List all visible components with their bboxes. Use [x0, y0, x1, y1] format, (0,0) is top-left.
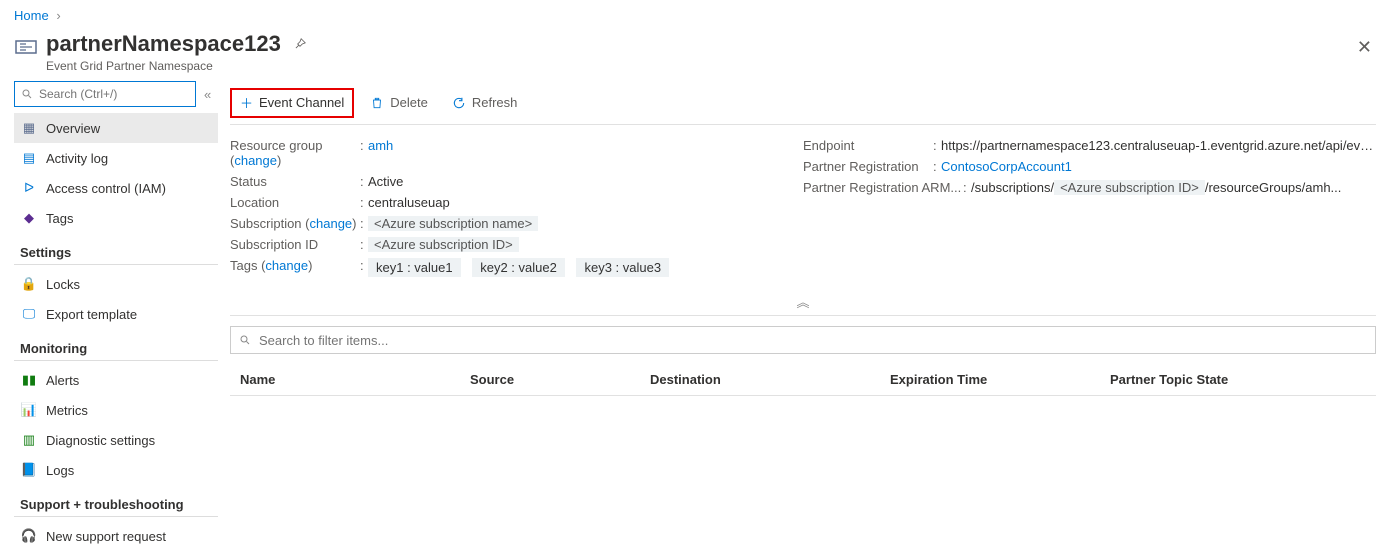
label-subscription: Subscription (change)	[230, 216, 360, 231]
value-status: Active	[368, 174, 803, 189]
page-subtitle: Event Grid Partner Namespace	[46, 59, 307, 73]
page-header: partnerNamespace123 Event Grid Partner N…	[0, 27, 1392, 81]
tag-chip[interactable]: key3 : value3	[576, 258, 669, 277]
value-partner-registration-arm: /subscriptions/<Azure subscription ID>/r…	[971, 180, 1376, 195]
value-location: centraluseuap	[368, 195, 803, 210]
alerts-icon: ▮▮	[20, 372, 38, 388]
sidebar-item-label: Alerts	[46, 373, 79, 388]
collapse-essentials-icon[interactable]: ︽	[230, 288, 1376, 316]
label-resource-group: Resource group (change)	[230, 138, 360, 168]
sidebar-heading-settings: Settings	[14, 233, 218, 265]
breadcrumb-separator: ›	[52, 8, 64, 23]
cmd-label: Event Channel	[259, 95, 344, 110]
event-channel-button[interactable]: ＋ Event Channel	[230, 88, 354, 118]
value-subscription-id: <Azure subscription ID>	[368, 237, 803, 252]
breadcrumb: Home ›	[0, 0, 1392, 27]
sidebar-item-export-template[interactable]: 🖵 Export template	[14, 299, 218, 329]
change-subscription-link[interactable]: change	[310, 216, 353, 231]
search-icon	[239, 334, 251, 346]
sidebar-item-label: Export template	[46, 307, 137, 322]
sidebar-search-input[interactable]	[37, 86, 189, 102]
col-partner-topic-state[interactable]: Partner Topic State	[1104, 364, 1372, 395]
command-bar: ＋ Event Channel Delete Refresh	[230, 81, 1376, 125]
sidebar-item-label: Diagnostic settings	[46, 433, 155, 448]
sidebar-heading-monitoring: Monitoring	[14, 329, 218, 361]
value-partner-registration[interactable]: ContosoCorpAccount1	[941, 159, 1376, 174]
main-content: ＋ Event Channel Delete Refresh Resource …	[226, 81, 1392, 551]
pin-icon[interactable]	[293, 37, 307, 51]
label-partner-registration: Partner Registration	[803, 159, 933, 174]
resource-icon	[14, 35, 38, 59]
col-name[interactable]: Name	[234, 364, 464, 395]
label-location: Location	[230, 195, 360, 210]
collapse-sidebar-icon[interactable]: «	[204, 87, 211, 102]
sidebar-heading-support: Support + troubleshooting	[14, 485, 218, 517]
lock-icon: 🔒	[20, 276, 38, 292]
sidebar-item-overview[interactable]: ▦ Overview	[14, 113, 218, 143]
export-template-icon: 🖵	[20, 306, 38, 322]
label-status: Status	[230, 174, 360, 189]
tag-chip[interactable]: key2 : value2	[472, 258, 565, 277]
breadcrumb-home[interactable]: Home	[14, 8, 49, 23]
cmd-label: Delete	[390, 95, 428, 110]
label-partner-registration-arm: Partner Registration ARM...	[803, 180, 963, 195]
value-tags: key1 : value1 key2 : value2 key3 : value…	[368, 258, 803, 277]
label-tags: Tags (change)	[230, 258, 360, 273]
iam-icon: ᐅ	[20, 180, 38, 196]
sidebar-item-label: New support request	[46, 529, 166, 544]
tag-chip[interactable]: key1 : value1	[368, 258, 461, 277]
change-rg-link[interactable]: change	[234, 153, 277, 168]
sidebar-item-label: Tags	[46, 211, 73, 226]
cmd-label: Refresh	[472, 95, 518, 110]
logs-icon: 📘	[20, 462, 38, 478]
filter-search-input[interactable]	[257, 332, 1367, 349]
filter-search[interactable]	[230, 326, 1376, 354]
sidebar-item-label: Logs	[46, 463, 74, 478]
col-source[interactable]: Source	[464, 364, 644, 395]
refresh-button[interactable]: Refresh	[444, 88, 526, 118]
sidebar-item-label: Overview	[46, 121, 100, 136]
support-icon: 🎧	[20, 528, 38, 544]
overview-icon: ▦	[20, 120, 38, 136]
value-endpoint: https://partnernamespace123.centraluseua…	[941, 138, 1376, 153]
plus-icon: ＋	[240, 93, 253, 112]
search-icon	[21, 88, 33, 100]
page-title-text: partnerNamespace123	[46, 31, 281, 57]
metrics-icon: 📊	[20, 402, 38, 418]
value-subscription: <Azure subscription name>	[368, 216, 803, 231]
sidebar-item-diagnostic-settings[interactable]: ▥ Diagnostic settings	[14, 425, 218, 455]
sidebar-item-locks[interactable]: 🔒 Locks	[14, 269, 218, 299]
sidebar-item-label: Activity log	[46, 151, 108, 166]
col-expiration[interactable]: Expiration Time	[884, 364, 1104, 395]
sidebar-item-label: Metrics	[46, 403, 88, 418]
sidebar: « ▦ Overview ▤ Activity log ᐅ Access con…	[0, 81, 226, 551]
sidebar-search[interactable]	[14, 81, 196, 107]
sidebar-item-alerts[interactable]: ▮▮ Alerts	[14, 365, 218, 395]
sidebar-item-logs[interactable]: 📘 Logs	[14, 455, 218, 485]
diagnostic-icon: ▥	[20, 432, 38, 448]
col-destination[interactable]: Destination	[644, 364, 884, 395]
label-endpoint: Endpoint	[803, 138, 933, 153]
grid-header: Name Source Destination Expiration Time …	[230, 364, 1376, 396]
sidebar-item-activity-log[interactable]: ▤ Activity log	[14, 143, 218, 173]
sidebar-item-iam[interactable]: ᐅ Access control (IAM)	[14, 173, 218, 203]
sidebar-item-label: Locks	[46, 277, 80, 292]
close-icon[interactable]: ✕	[1351, 31, 1378, 64]
page-title: partnerNamespace123	[46, 31, 307, 57]
refresh-icon	[452, 96, 466, 110]
trash-icon	[370, 96, 384, 110]
label-subscription-id: Subscription ID	[230, 237, 360, 252]
sidebar-item-label: Access control (IAM)	[46, 181, 166, 196]
sidebar-item-new-support-request[interactable]: 🎧 New support request	[14, 521, 218, 551]
change-tags-link[interactable]: change	[265, 258, 308, 273]
tags-icon: ◆	[20, 210, 38, 226]
value-resource-group[interactable]: amh	[368, 138, 803, 153]
delete-button[interactable]: Delete	[362, 88, 436, 118]
activity-log-icon: ▤	[20, 150, 38, 166]
sidebar-item-tags[interactable]: ◆ Tags	[14, 203, 218, 233]
essentials-pane: Resource group (change) : amh Status : A…	[230, 125, 1376, 288]
sidebar-item-metrics[interactable]: 📊 Metrics	[14, 395, 218, 425]
